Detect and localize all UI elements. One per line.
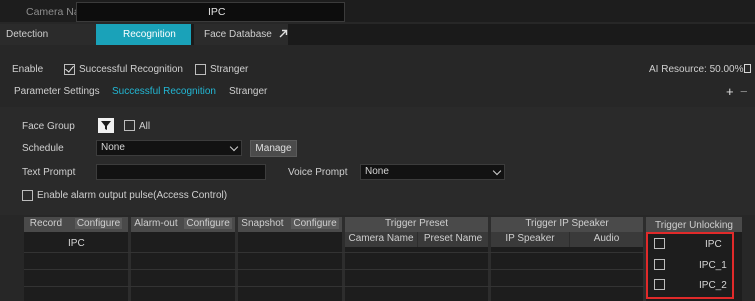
tab-face-database[interactable]: Face Database [194,24,288,45]
trigger-preset-header: Trigger Preset [345,217,488,232]
row-divider [24,286,644,287]
schedule-select[interactable]: None [96,140,242,156]
successful-recognition-checkbox[interactable] [64,64,75,75]
trigger-speaker-header: Trigger IP Speaker [491,217,643,232]
alarm-out-header: Alarm-out Configure [131,217,235,232]
voice-prompt-select[interactable]: None [360,164,505,180]
ai-resource-text: AI Resource: 50.00% [649,64,744,75]
record-row-item: IPC [68,238,85,249]
alarm-out-header-label: Alarm-out [134,218,178,229]
ip-speaker-column-header: IP Speaker [491,232,569,247]
successful-recognition-label: Successful Recognition [79,64,183,75]
alarm-pulse-label: Enable alarm output pulse(Access Control… [37,190,228,201]
record-header-label: Record [29,218,63,229]
camera-name-value: IPC [208,6,226,18]
enable-label: Enable [12,64,44,75]
row-divider [24,252,644,253]
face-group-label: Face Group [22,121,75,132]
plus-icon[interactable]: + [726,85,734,98]
filter-icon [101,121,111,130]
record-header: Record Configure [24,217,128,232]
manage-button[interactable]: Manage [250,140,297,157]
minus-icon[interactable]: − [740,85,748,98]
tab-face-database-label: Face Database [204,29,272,40]
trigger-unlocking-header: Trigger Unlocking [646,217,742,232]
audio-column-header: Audio [570,232,643,247]
tab-detection[interactable]: Detection [0,24,101,45]
arrow-up-right-icon [279,29,287,38]
alarm-pulse-checkbox[interactable] [22,190,33,201]
snapshot-column [238,232,342,301]
stranger-checkbox[interactable] [195,64,206,75]
schedule-value: None [101,142,125,153]
snapshot-header-label: Snapshot [241,218,284,229]
trigger-preset-column [345,247,488,301]
record-configure-button[interactable]: Configure [74,218,123,229]
trigger-speaker-column [491,247,643,301]
text-prompt-label: Text Prompt [22,167,76,178]
text-prompt-input[interactable] [96,164,266,180]
voice-prompt-label: Voice Prompt [288,167,348,178]
document-icon [744,64,751,73]
chevron-down-icon [229,142,239,152]
all-groups-checkbox[interactable] [124,120,135,131]
snapshot-header: Snapshot Configure [238,217,342,232]
alarm-out-column [131,232,235,301]
voice-prompt-value: None [365,166,389,177]
subtab-stranger[interactable]: Stranger [229,86,267,97]
highlight-box [646,232,734,299]
schedule-label: Schedule [22,143,64,154]
all-groups-label: All [139,121,151,132]
filter-button[interactable] [98,118,114,133]
tab-recognition[interactable]: Recognition [96,24,191,45]
alarm-out-configure-button[interactable]: Configure [184,218,232,229]
row-divider [24,269,644,270]
subtab-parameter-settings[interactable]: Parameter Settings [14,86,100,97]
preset-name-column-header: Preset Name [418,232,488,247]
camera-name-column-header: Camera Name [345,232,417,247]
chevron-down-icon [492,166,502,176]
stranger-label: Stranger [210,64,249,75]
subtab-successful-recognition[interactable]: Successful Recognition [112,86,216,97]
snapshot-configure-button[interactable]: Configure [291,218,339,229]
